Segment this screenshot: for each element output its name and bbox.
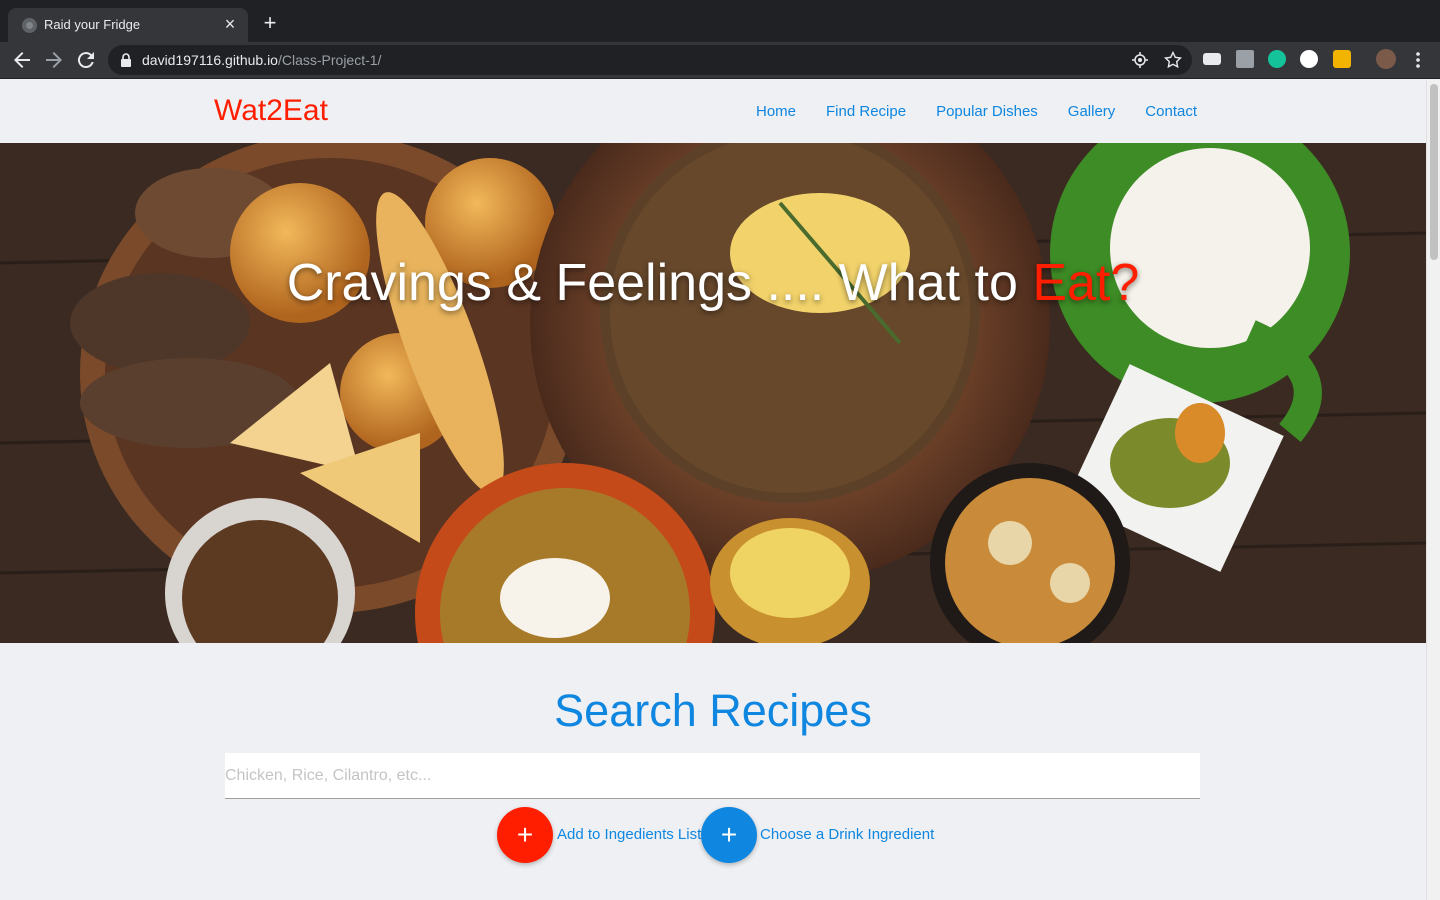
nav-contact[interactable]: Contact bbox=[1145, 103, 1197, 120]
address-bar[interactable]: david197116.github.io/Class-Project-1/ bbox=[108, 45, 1192, 75]
nav-popular-dishes[interactable]: Popular Dishes bbox=[936, 103, 1038, 120]
reload-icon[interactable] bbox=[74, 48, 98, 72]
url-text: david197116.github.io/Class-Project-1/ bbox=[142, 52, 381, 68]
browser-toolbar: david197116.github.io/Class-Project-1/ bbox=[0, 42, 1440, 79]
choose-drink-label[interactable]: Choose a Drink Ingredient bbox=[760, 826, 934, 843]
scrollbar-thumb[interactable] bbox=[1430, 84, 1438, 260]
extension-grid-icon[interactable] bbox=[1333, 50, 1351, 68]
lock-icon bbox=[121, 53, 131, 67]
brand-logo[interactable]: Wat2Eat bbox=[214, 94, 328, 128]
ingredient-search-input[interactable] bbox=[225, 753, 1200, 799]
url-host: david197116.github.io bbox=[142, 52, 278, 68]
hero-food-image bbox=[0, 143, 1426, 643]
nav-gallery[interactable]: Gallery bbox=[1068, 103, 1116, 120]
browser-tab[interactable]: Raid your Fridge × bbox=[8, 8, 248, 42]
globe-icon bbox=[22, 18, 37, 33]
hero-banner: Cravings & Feelings .... What to Eat? bbox=[0, 143, 1426, 643]
hero-title: Cravings & Feelings .... What to Eat? bbox=[0, 253, 1426, 313]
extension-video-icon[interactable] bbox=[1203, 53, 1221, 65]
profile-avatar[interactable] bbox=[1376, 49, 1396, 69]
hero-title-accent: Eat? bbox=[1032, 254, 1140, 312]
bookmark-star-icon[interactable] bbox=[1164, 51, 1182, 69]
choose-drink-button[interactable]: + bbox=[701, 807, 757, 863]
add-ingredient-label[interactable]: Add to Ingedients List bbox=[557, 826, 701, 843]
forward-icon[interactable] bbox=[42, 48, 66, 72]
menu-dots-icon[interactable] bbox=[1411, 51, 1425, 69]
back-icon[interactable] bbox=[10, 48, 34, 72]
url-path: /Class-Project-1/ bbox=[277, 52, 382, 68]
add-ingredient-button[interactable]: + bbox=[497, 807, 553, 863]
close-tab-icon[interactable]: × bbox=[220, 14, 240, 34]
drive-icon[interactable] bbox=[1236, 50, 1254, 68]
nav-links: Home Find Recipe Popular Dishes Gallery … bbox=[756, 103, 1197, 120]
nav-find-recipe[interactable]: Find Recipe bbox=[826, 103, 906, 120]
page-content: Wat2Eat Home Find Recipe Popular Dishes … bbox=[0, 80, 1426, 900]
new-tab-button[interactable]: + bbox=[258, 12, 282, 36]
extension-circle-icon[interactable] bbox=[1300, 50, 1318, 68]
hero-title-main: Cravings & Feelings .... What to bbox=[286, 254, 1033, 312]
page-scrollbar[interactable] bbox=[1426, 80, 1440, 900]
nav-home[interactable]: Home bbox=[756, 103, 796, 120]
site-navbar: Wat2Eat Home Find Recipe Popular Dishes … bbox=[0, 80, 1426, 143]
location-icon[interactable] bbox=[1131, 51, 1149, 69]
browser-tab-strip: Raid your Fridge × + bbox=[0, 0, 1440, 42]
tab-title: Raid your Fridge bbox=[44, 17, 141, 32]
search-recipes-heading: Search Recipes bbox=[554, 685, 872, 736]
grammarly-icon[interactable] bbox=[1268, 50, 1286, 68]
